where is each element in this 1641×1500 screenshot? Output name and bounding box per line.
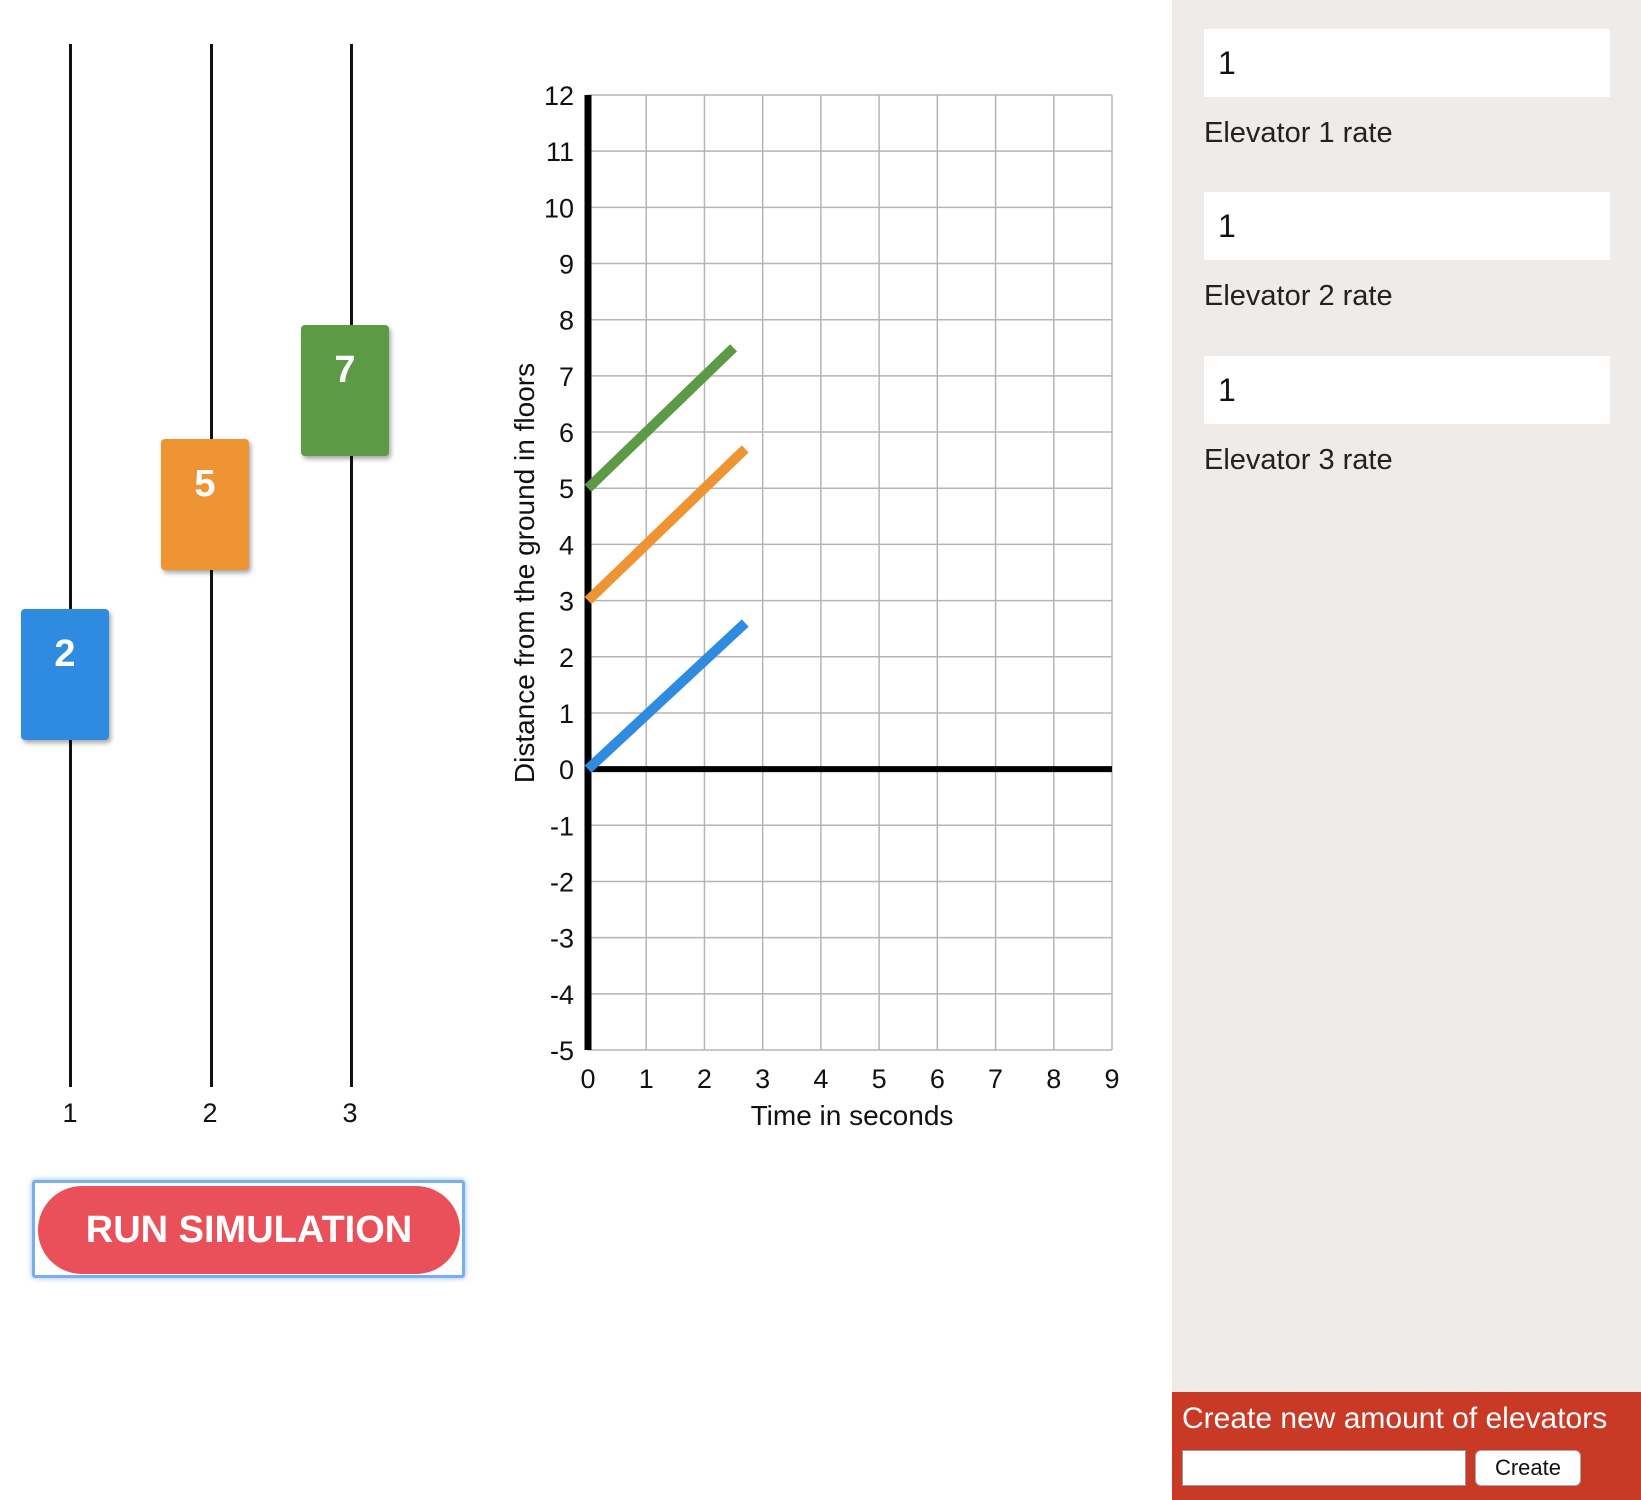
x-tick-label: 5 <box>872 1064 887 1094</box>
y-tick-label: 3 <box>559 587 574 617</box>
elevator-2-rate-label: Elevator 2 rate <box>1204 280 1393 312</box>
y-tick-label: 2 <box>559 643 574 673</box>
elevator-2-rate-input[interactable] <box>1204 192 1610 260</box>
series-line-3 <box>584 619 749 773</box>
elevator-1-rate-label: Elevator 1 rate <box>1204 117 1393 149</box>
y-tick-label: 11 <box>546 137 574 167</box>
x-axis-label: Time in seconds <box>751 1100 954 1131</box>
create-button[interactable]: Create <box>1475 1450 1581 1486</box>
elevator-track-1 <box>69 44 72 1087</box>
y-tick-label: 4 <box>559 530 574 560</box>
x-tick-label: 4 <box>813 1064 828 1094</box>
x-tick-label: 1 <box>639 1064 654 1094</box>
y-tick-label: -1 <box>550 811 574 841</box>
distance-time-graph: 1211109876543210-1-2-3-4-5 0123456789 Ti… <box>509 81 1120 1131</box>
track-label-2: 2 <box>202 1098 218 1128</box>
y-tick-label: 12 <box>544 81 574 111</box>
rates-sidebar: Elevator 1 rate Elevator 2 rate Elevator… <box>1172 0 1641 1500</box>
y-axis-label: Distance from the ground in floors <box>509 363 540 783</box>
elevator-count-input[interactable] <box>1182 1450 1466 1486</box>
elevator-3-rate-input[interactable] <box>1204 356 1610 424</box>
y-tick-label: 5 <box>559 474 574 504</box>
elevator-car-2[interactable]: 5 <box>161 439 249 570</box>
x-tick-label: 8 <box>1046 1064 1061 1094</box>
create-elevators-panel: Create new amount of elevators Create <box>1172 1392 1641 1500</box>
y-tick-label: 0 <box>559 755 574 785</box>
y-tick-label: 7 <box>559 362 574 392</box>
y-tick-label: 6 <box>559 418 574 448</box>
x-tick-label: 0 <box>580 1064 595 1094</box>
y-tick-label: -3 <box>550 924 574 954</box>
elevator-track-3 <box>350 44 353 1087</box>
x-tick-label: 9 <box>1104 1064 1119 1094</box>
y-tick-label: 9 <box>559 250 574 280</box>
x-tick-labels: 0 1 2 3 4 5 6 7 8 9 <box>580 1064 1119 1094</box>
y-tick-labels: 1211109876543210-1-2-3-4-5 <box>544 81 574 1066</box>
graph-series <box>584 344 749 773</box>
graph-grid <box>587 94 1113 1051</box>
elevator-car-1[interactable]: 2 <box>21 609 109 740</box>
y-tick-label: -2 <box>550 867 574 897</box>
y-tick-label: 1 <box>559 699 574 729</box>
elevator-3-rate-label: Elevator 3 rate <box>1204 444 1393 476</box>
run-simulation-button[interactable]: RUN SIMULATION <box>38 1186 460 1274</box>
y-tick-label: 10 <box>544 193 574 223</box>
elevator-car-3[interactable]: 7 <box>301 325 389 456</box>
graph-axes <box>584 95 1112 1050</box>
x-tick-label: 2 <box>697 1064 712 1094</box>
y-tick-label: -4 <box>550 980 574 1010</box>
series-line-1 <box>584 344 738 492</box>
track-label-3: 3 <box>342 1098 358 1128</box>
x-tick-label: 7 <box>988 1064 1003 1094</box>
elevator-shafts-area: 1 2 3 2 5 7 RUN SIMULATION <box>0 0 480 1500</box>
elevator-1-rate-input[interactable] <box>1204 29 1610 97</box>
y-tick-label: 8 <box>559 306 574 336</box>
x-tick-label: 3 <box>755 1064 770 1094</box>
y-tick-label: -5 <box>550 1036 574 1066</box>
create-elevators-title: Create new amount of elevators <box>1182 1402 1608 1435</box>
track-label-1: 1 <box>62 1098 78 1128</box>
x-tick-label: 6 <box>930 1064 945 1094</box>
